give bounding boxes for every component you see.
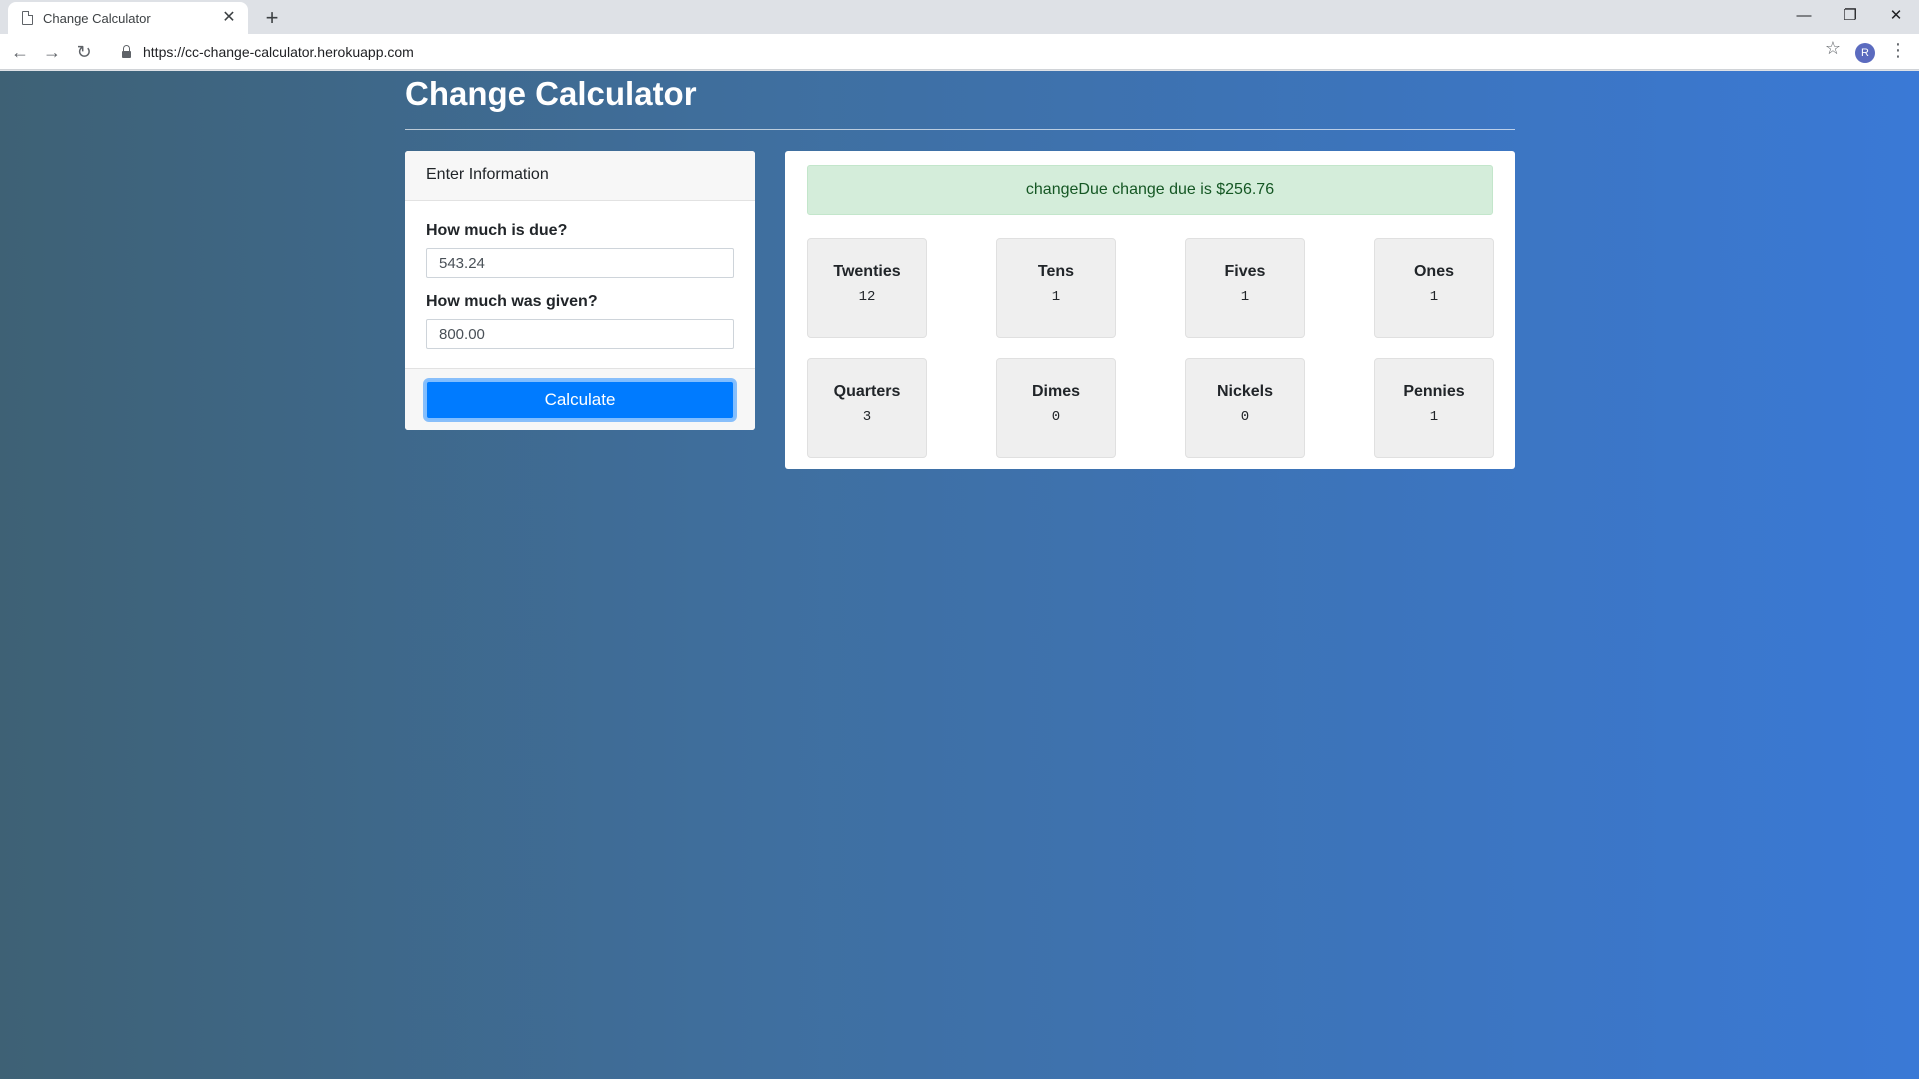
denomination-name: Ones — [1413, 263, 1454, 280]
forward-icon[interactable]: → — [38, 38, 66, 66]
lock-icon — [122, 44, 131, 58]
amount-given-input[interactable] — [426, 319, 734, 349]
new-tab-button[interactable]: + — [258, 4, 286, 32]
denomination-count: 0 — [1051, 409, 1061, 425]
page-icon — [22, 11, 33, 25]
bookmark-star-icon[interactable]: ☆ — [1825, 38, 1841, 59]
denomination-name: Quarters — [833, 383, 901, 400]
denomination-name: Dimes — [1031, 383, 1081, 400]
input-card-body: How much is due? How much was given? — [405, 201, 755, 368]
denomination-fives: Fives 1 — [1185, 238, 1305, 338]
calculate-button[interactable]: Calculate — [425, 380, 735, 420]
window-controls: — ❐ ✕ — [1781, 0, 1919, 30]
denomination-name: Twenties — [833, 263, 901, 280]
amount-due-input[interactable] — [426, 248, 734, 278]
denomination-ones: Ones 1 — [1374, 238, 1494, 338]
menu-icon[interactable]: ⋮ — [1889, 40, 1907, 61]
denomination-count: 1 — [1240, 289, 1250, 305]
browser-toolbar: ← → ↻ https://cc-change-calculator.herok… — [0, 34, 1919, 70]
result-card: changeDue change due is $256.76 Twenties… — [785, 151, 1515, 469]
title-divider — [405, 129, 1515, 130]
denomination-dimes: Dimes 0 — [996, 358, 1116, 458]
denomination-count: 12 — [858, 289, 876, 305]
change-due-alert: changeDue change due is $256.76 — [807, 165, 1493, 215]
denomination-name: Tens — [1037, 263, 1075, 280]
denomination-pennies: Pennies 1 — [1374, 358, 1494, 458]
profile-avatar[interactable]: R — [1855, 43, 1875, 63]
denomination-name: Nickels — [1216, 383, 1274, 400]
denomination-count: 3 — [862, 409, 872, 425]
main-container: Change Calculator Enter Information How … — [405, 71, 1515, 469]
browser-tab-strip: Change Calculator ✕ + — ❐ ✕ — [0, 0, 1919, 34]
denomination-count: 1 — [1051, 289, 1061, 305]
url-text[interactable]: https://cc-change-calculator.herokuapp.c… — [143, 44, 414, 60]
denomination-count: 1 — [1429, 289, 1439, 305]
denomination-name: Fives — [1224, 263, 1266, 280]
input-card-footer: Calculate — [405, 368, 755, 430]
denomination-twenties: Twenties 12 — [807, 238, 927, 338]
denomination-quarters: Quarters 3 — [807, 358, 927, 458]
amount-given-label: How much was given? — [426, 293, 598, 310]
input-card-header: Enter Information — [405, 151, 755, 201]
amount-due-label: How much is due? — [426, 222, 568, 239]
minimize-icon[interactable]: — — [1781, 0, 1827, 30]
browser-tab[interactable]: Change Calculator ✕ — [8, 2, 248, 34]
tab-title: Change Calculator — [43, 10, 151, 26]
reload-icon[interactable]: ↻ — [70, 38, 98, 66]
tab-close-icon[interactable]: ✕ — [220, 9, 238, 27]
denomination-nickels: Nickels 0 — [1185, 358, 1305, 458]
input-card: Enter Information How much is due? How m… — [405, 151, 755, 430]
denomination-tens: Tens 1 — [996, 238, 1116, 338]
back-icon[interactable]: ← — [6, 38, 34, 66]
denomination-count: 1 — [1429, 409, 1439, 425]
close-window-icon[interactable]: ✕ — [1873, 0, 1919, 30]
address-bar[interactable]: https://cc-change-calculator.herokuapp.c… — [110, 37, 1820, 67]
page-title: Change Calculator — [405, 75, 697, 112]
denomination-name: Pennies — [1403, 383, 1465, 400]
denomination-count: 0 — [1240, 409, 1250, 425]
restore-icon[interactable]: ❐ — [1827, 0, 1873, 30]
page-viewport: Change Calculator Enter Information How … — [0, 71, 1919, 1079]
